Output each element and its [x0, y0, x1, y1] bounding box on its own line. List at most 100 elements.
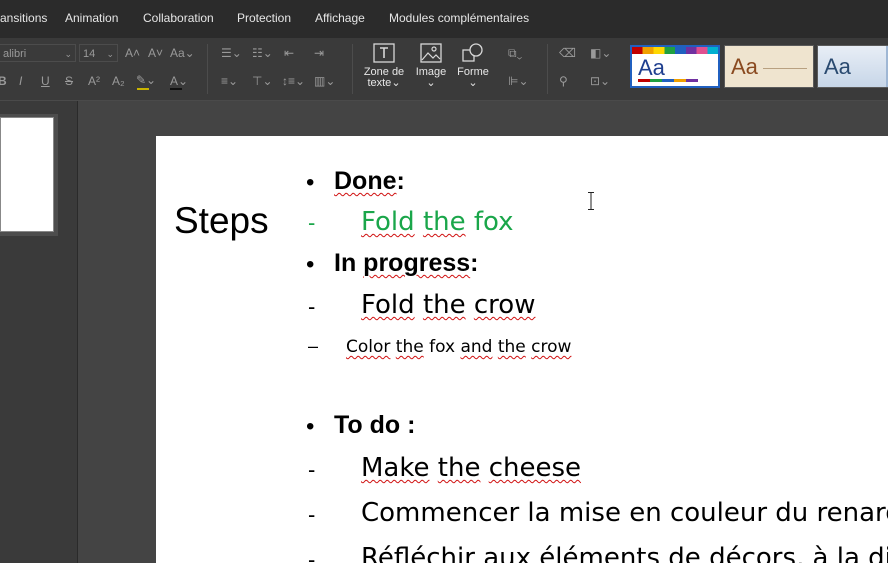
theme-color-strip: [632, 47, 718, 54]
superscript-icon[interactable]: A²: [88, 73, 100, 89]
toolbar-divider: [547, 44, 548, 94]
progress-item-1[interactable]: Fold the crow: [361, 290, 535, 320]
image-icon: [420, 43, 442, 63]
theme-preview-label: Aa: [638, 55, 665, 80]
done-word: Done: [334, 167, 397, 195]
progress-item-2[interactable]: Color the fox and the crow: [346, 337, 571, 357]
todo-item-1[interactable]: Make the cheese: [361, 453, 581, 483]
highlight-icon[interactable]: ✎⌄: [136, 72, 156, 88]
chevron-down-icon: ⌄: [106, 49, 114, 59]
increase-font-icon[interactable]: A˄: [125, 45, 140, 61]
highlight-color-swatch: [137, 88, 149, 90]
textbox-button[interactable]: Zone de texte⌄: [362, 42, 406, 89]
bullet-list-icon[interactable]: ☰⌄: [221, 45, 242, 61]
word: the: [395, 337, 424, 357]
align-left-icon[interactable]: ≡⌄: [221, 73, 238, 89]
theme-preview-label: Aa: [824, 54, 851, 79]
image-button[interactable]: Image ⌄: [414, 42, 448, 89]
word: In: [334, 249, 357, 277]
text-cursor-icon: [588, 192, 594, 210]
size-position-icon[interactable]: ⊡⌄: [590, 73, 610, 89]
menu-transitions[interactable]: ansitions: [0, 11, 47, 25]
menu-bar: ansitions Animation Collaboration Protec…: [0, 0, 888, 38]
toolbar-divider: [207, 44, 208, 94]
arrange-icon[interactable]: ⧉⌄: [508, 45, 522, 61]
slide-thumbnails-panel: [0, 101, 78, 563]
shape-icon: [462, 43, 483, 62]
theme-thumbnail-1[interactable]: Aa: [630, 45, 720, 88]
bullet-mark: •: [306, 413, 315, 440]
decrease-font-icon[interactable]: A˅: [148, 45, 163, 61]
textbox-icon: [373, 43, 395, 63]
todo-item-2[interactable]: Commencer la mise en couleur du renard e: [361, 498, 888, 528]
menu-protection[interactable]: Protection: [237, 11, 291, 25]
dash-mark: -: [308, 210, 316, 235]
menu-modules[interactable]: Modules complémentaires: [389, 11, 529, 25]
decrease-indent-icon[interactable]: ⇤: [284, 45, 294, 61]
word: the: [422, 207, 466, 237]
word: Fold: [361, 207, 415, 237]
strikethrough-icon[interactable]: S: [65, 73, 73, 89]
word: progress: [363, 249, 471, 277]
font-size-value: 14: [83, 48, 96, 60]
slide-title[interactable]: Steps: [174, 200, 269, 242]
textbox-label-2: texte: [367, 77, 392, 89]
underline-icon[interactable]: U: [41, 73, 50, 89]
word: the: [437, 453, 481, 483]
format-painter-icon[interactable]: ⚲: [559, 73, 568, 89]
theme-accent-strip: [638, 79, 698, 82]
dash-mark: -: [308, 457, 316, 482]
bold-icon[interactable]: B: [0, 73, 7, 89]
slide-thumbnail-selected[interactable]: [0, 114, 58, 236]
ribbon-toolbar: alibri ⌄ 14 ⌄ A˄ A˅ Aa⌄ B I U S A² A₂ ✎⌄…: [0, 38, 888, 101]
heading-done[interactable]: Done:: [334, 167, 405, 196]
align-objects-icon[interactable]: ⊫⌄: [508, 73, 529, 89]
word: Réfléchir: [361, 543, 475, 563]
todo-item-3[interactable]: Réfléchir aux éléments de décors, à la d…: [361, 543, 888, 563]
word: crow: [473, 290, 536, 320]
slide[interactable]: Steps • Done: - Fold the fox • In progre…: [156, 136, 888, 563]
fill-color-icon[interactable]: ◧⌄: [590, 45, 611, 61]
menu-animation[interactable]: Animation: [65, 11, 118, 25]
theme-preview-label: Aa: [731, 54, 758, 79]
menu-collaboration[interactable]: Collaboration: [143, 11, 214, 25]
increase-indent-icon[interactable]: ⇥: [314, 45, 324, 61]
slide-thumbnail-preview: [0, 117, 54, 232]
menu-affichage[interactable]: Affichage: [315, 11, 365, 25]
shape-button[interactable]: Forme ⌄: [455, 42, 491, 89]
heading-in-progress[interactable]: In progress:: [334, 249, 478, 278]
word: cheese: [488, 453, 582, 483]
font-name-combo[interactable]: alibri ⌄: [0, 44, 76, 62]
word: Make: [361, 453, 430, 483]
columns-icon[interactable]: ▥⌄: [314, 73, 335, 89]
theme-thumbnail-3[interactable]: Aa: [817, 45, 888, 88]
word: the: [422, 290, 466, 320]
dash-mark: -: [308, 502, 316, 527]
bullet-mark: •: [306, 251, 315, 278]
bullet-mark: •: [306, 169, 315, 196]
word: fox: [473, 207, 514, 237]
italic-icon[interactable]: I: [19, 73, 22, 89]
numbered-list-icon[interactable]: ☷⌄: [252, 45, 273, 61]
theme-decoration: [763, 68, 807, 69]
word: Color: [346, 337, 391, 357]
in-colon: :: [470, 249, 479, 277]
dash-mark: -: [308, 294, 316, 319]
heading-todo[interactable]: To do :: [334, 411, 415, 440]
line-spacing-icon[interactable]: ↕≡⌄: [282, 73, 305, 89]
word: fox: [429, 337, 456, 357]
change-case-icon[interactable]: Aa⌄: [170, 45, 195, 61]
done-item[interactable]: Fold the fox: [361, 207, 514, 237]
vertical-align-icon[interactable]: ⊤⌄: [252, 73, 273, 89]
word: crow: [531, 337, 572, 357]
font-size-combo[interactable]: 14 ⌄: [79, 44, 118, 62]
eraser-icon[interactable]: ⌫: [559, 45, 576, 61]
word: the: [497, 337, 526, 357]
word: and: [460, 337, 493, 357]
subscript-icon[interactable]: A₂: [112, 73, 125, 89]
toolbar-divider: [352, 44, 353, 94]
font-color-swatch: [170, 88, 182, 90]
theme-thumbnail-2[interactable]: Aa: [724, 45, 814, 88]
dash-mark: -: [308, 547, 316, 563]
font-color-icon[interactable]: A⌄: [170, 73, 188, 89]
